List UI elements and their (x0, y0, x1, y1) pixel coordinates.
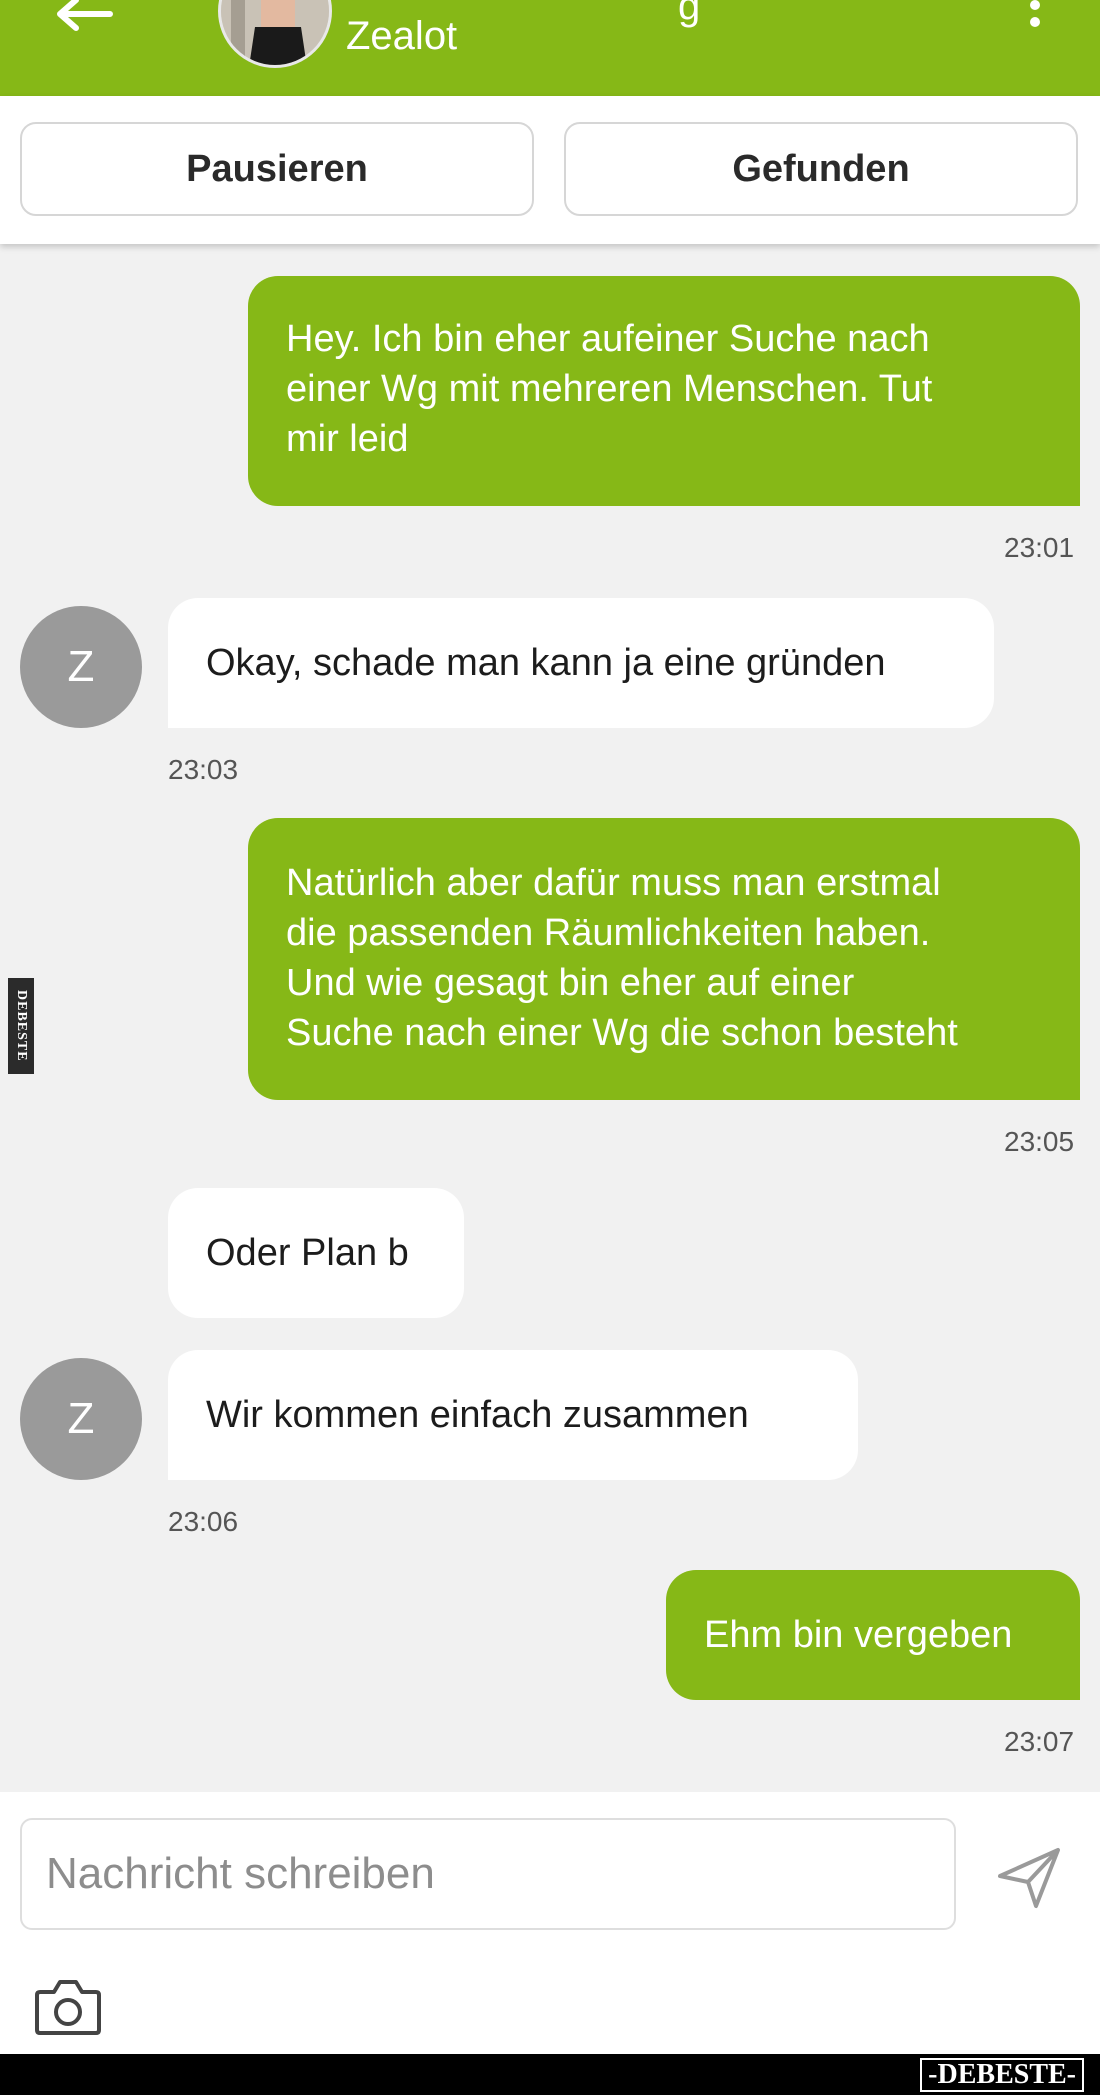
message-text: Ehm bin vergeben (704, 1614, 1013, 1656)
action-bar: Pausieren Gefunden (0, 96, 1100, 244)
message-composer (0, 1792, 1100, 2054)
brand-watermark: -DEBESTE- (920, 2058, 1084, 2092)
found-button[interactable]: Gefunden (564, 122, 1078, 216)
more-vertical-icon[interactable] (1026, 0, 1044, 40)
message-text-line: Suche nach einer Wg die schon besteht (286, 1012, 958, 1054)
message-text-line: einer Wg mit mehreren Menschen. Tut (286, 368, 933, 410)
message-timestamp: 23:03 (168, 754, 239, 785)
message-timestamp: 23:06 (168, 1506, 239, 1537)
message-timestamp: 23:05 (1004, 1126, 1075, 1157)
contact-avatar[interactable]: Z (20, 1358, 142, 1480)
message-timestamp: 23:07 (1004, 1726, 1075, 1757)
contact-avatar[interactable]: Z (20, 606, 142, 728)
message-text-line: Hey. Ich bin eher aufeiner Suche nach (286, 318, 930, 360)
camera-icon[interactable] (34, 1978, 102, 2036)
message-incoming[interactable]: Okay, schade man kann ja eine gründen (168, 598, 994, 728)
message-outgoing[interactable]: Natürlich aber dafür muss man erstmal di… (248, 818, 1080, 1100)
message-text: Okay, schade man kann ja eine gründen (206, 642, 886, 684)
profile-photo-icon (221, 0, 329, 65)
message-text-line: mir leid (286, 418, 409, 460)
message-text-line: Natürlich aber dafür muss man erstmal (286, 862, 941, 904)
message-outgoing[interactable]: Hey. Ich bin eher aufeiner Suche nach ei… (248, 276, 1080, 506)
send-icon[interactable] (996, 1846, 1062, 1910)
pause-button[interactable]: Pausieren (20, 122, 534, 216)
message-text-line: Und wie gesagt bin eher auf einer (286, 962, 855, 1004)
message-text: Oder Plan b (206, 1232, 409, 1274)
message-text: Wir kommen einfach zusammen (206, 1394, 749, 1436)
message-incoming[interactable]: Oder Plan b (168, 1188, 464, 1318)
message-outgoing[interactable]: Ehm bin vergeben (666, 1570, 1080, 1700)
side-watermark: DEBESTE (8, 978, 34, 1074)
contact-name[interactable]: Zealot (346, 16, 457, 56)
contact-avatar-photo[interactable] (218, 0, 332, 68)
message-timestamp: 23:01 (1004, 532, 1075, 563)
chat-header: g Zealot (0, 0, 1100, 96)
contact-title-partial: g (678, 0, 701, 28)
message-input[interactable] (20, 1818, 956, 1930)
footer-bar: -DEBESTE- (0, 2054, 1100, 2095)
message-text-line: die passenden Räumlichkeiten haben. (286, 912, 931, 954)
arrow-left-icon[interactable] (52, 0, 114, 36)
message-incoming[interactable]: Wir kommen einfach zusammen (168, 1350, 858, 1480)
